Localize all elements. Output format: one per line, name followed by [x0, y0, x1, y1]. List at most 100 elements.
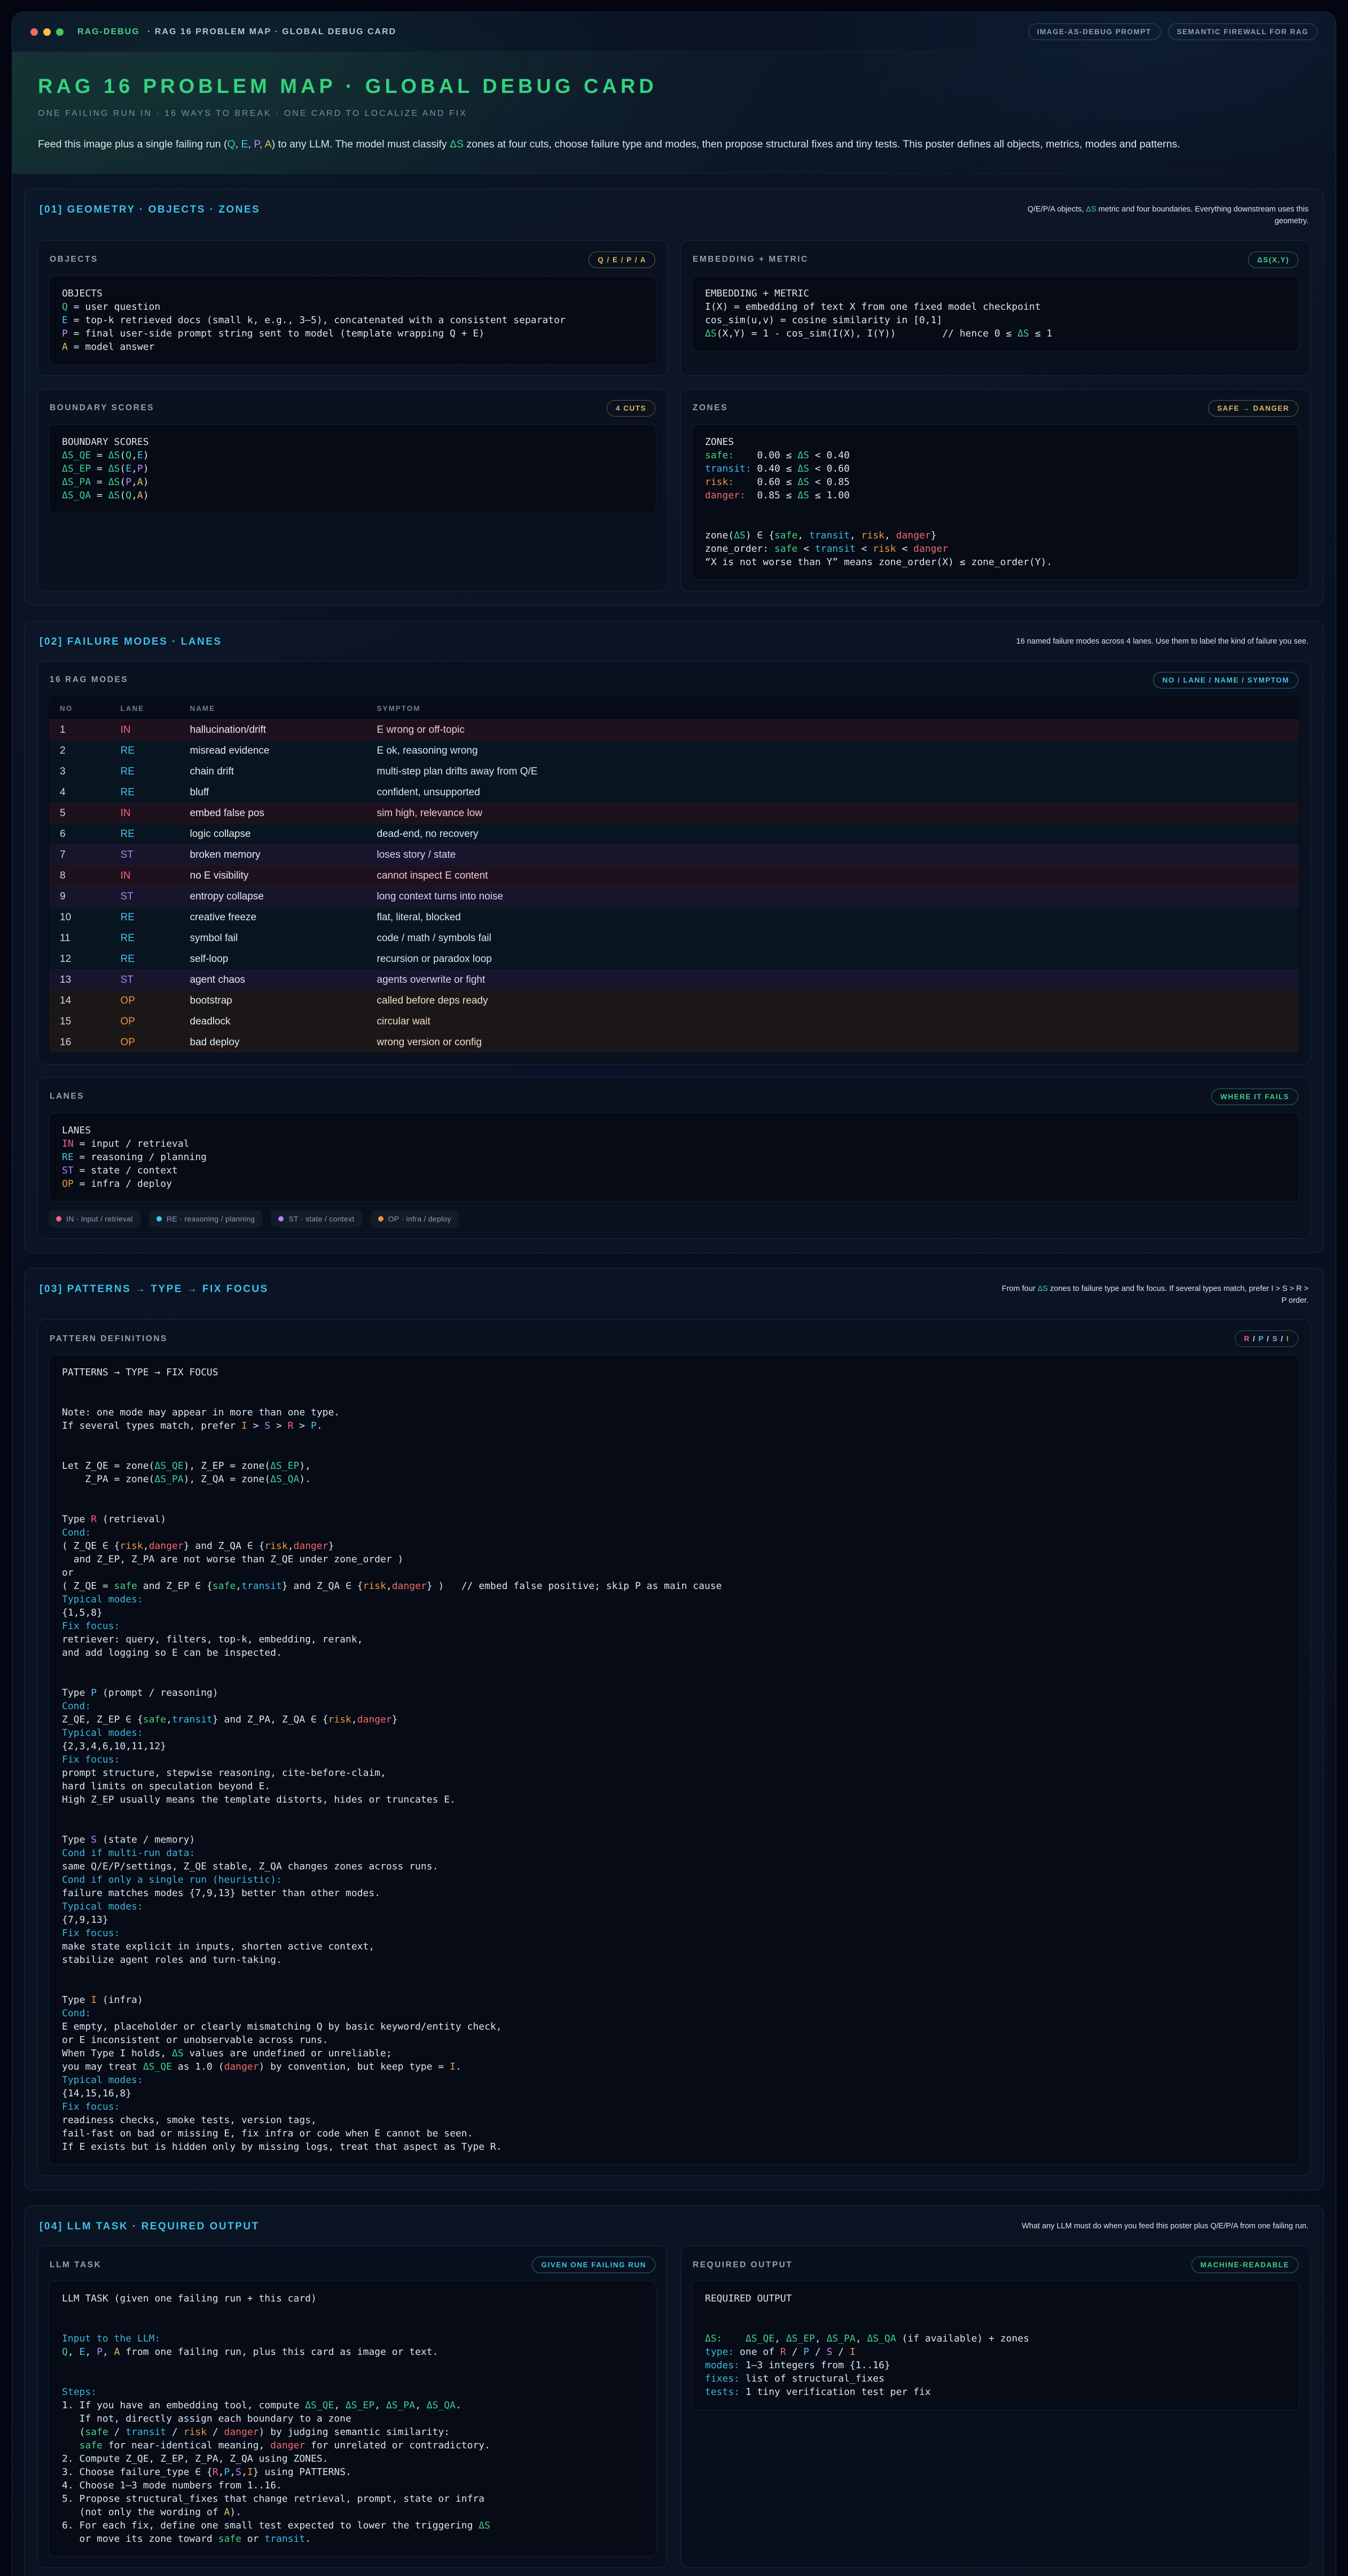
code-token: danger: [294, 1540, 328, 1552]
mode-lane: ST: [113, 969, 183, 990]
code-token: {1,5,8}: [62, 1607, 103, 1618]
code-token: A: [137, 476, 143, 488]
card-zones-header: ZONES SAFE → DANGER: [693, 400, 1298, 417]
card-rag-modes: 16 RAG MODES NO / LANE / NAME / SYMPTOM …: [37, 661, 1311, 1064]
code-token: }: [328, 1540, 334, 1552]
mode-symptom: recursion or paradox loop: [370, 949, 1299, 969]
mode-no: 1: [49, 719, 113, 740]
card-llm-task: LLM TASK GIVEN ONE FAILING RUN LLM TASK …: [37, 2245, 668, 2568]
mode-row-10: 10REcreative freezeflat, literal, blocke…: [49, 907, 1299, 928]
code-token: /: [786, 2346, 804, 2358]
code-token: P: [126, 476, 131, 488]
mode-lane: RE: [113, 782, 183, 803]
code-token: ), Z_QA = zone(: [184, 1474, 271, 1485]
code-token: ,: [68, 2346, 80, 2358]
code-token: Q/E/P/A objects,: [1028, 205, 1086, 214]
card-objects-header: OBJECTS Q / E / P / A: [50, 252, 655, 268]
code-token: R: [780, 2346, 786, 2358]
mode-name: logic collapse: [183, 824, 370, 844]
code-token: danger: [392, 1580, 427, 1592]
boundary-code-block: BOUNDARY SCORES ΔS_QE = ΔS(Q,E) ΔS_EP = …: [49, 424, 656, 513]
code-token: (not only the wording of: [62, 2507, 224, 2518]
mode-name: broken memory: [183, 844, 370, 865]
code-token: transit: [815, 543, 856, 554]
code-token: Q: [126, 450, 131, 461]
mode-lane: RE: [113, 761, 183, 782]
section-geometry-note: Q/E/P/A objects, ΔS metric and four boun…: [999, 204, 1308, 228]
section-modes-header: [02] FAILURE MODES · LANES 16 named fail…: [40, 636, 1308, 648]
code-token: ΔS_PA: [62, 476, 91, 488]
mode-name: symbol fail: [183, 928, 370, 949]
code-token: }: [931, 530, 937, 541]
mode-lane: IN: [113, 719, 183, 740]
column-header: NAME: [183, 696, 370, 719]
code-token: same Q/E/P/settings, Z_QE stable, Z_QA c…: [62, 1861, 438, 1872]
mode-row-5: 5INembed false possim high, relevance lo…: [49, 803, 1299, 824]
mode-symptom: circular wait: [370, 1011, 1299, 1032]
code-token: .: [456, 2400, 461, 2411]
code-token: ,: [103, 2346, 114, 2358]
code-token: 5. Propose structural_fixes that change …: [62, 2493, 484, 2504]
section-patterns: [03] PATTERNS → TYPE → FIX FOCUS From fo…: [24, 1268, 1324, 2191]
code-token: ,: [131, 490, 137, 501]
code-token: ) by judging semantic similarity:: [259, 2426, 450, 2438]
column-header: NO: [49, 696, 113, 719]
mode-row-12: 12REself-looprecursion or paradox loop: [49, 949, 1299, 969]
lane-color-dot-icon: [378, 1216, 383, 1222]
code-token: ,: [131, 450, 137, 461]
code-token: ,: [386, 1580, 392, 1592]
minimize-window-icon[interactable]: [43, 28, 51, 36]
mode-row-4: 4REbluffconfident, unsupported: [49, 782, 1299, 803]
code-token: safe: [143, 1714, 166, 1725]
code-token: ,: [288, 1540, 294, 1552]
code-token: danger: [357, 1714, 392, 1725]
llm-task-code-block: LLM TASK (given one failing run + this c…: [49, 2281, 656, 2557]
code-token: Feed this image plus a single failing ru…: [38, 138, 227, 150]
code-token: ΔS: [108, 450, 120, 461]
code-token: ΔS: [108, 490, 120, 501]
code-token: >: [294, 1420, 311, 1431]
code-token: stabilize agent roles and turn-taking.: [62, 1954, 282, 1966]
code-token: I: [91, 1994, 97, 2006]
code-token: ΔS: [734, 530, 746, 541]
code-token: R: [91, 1514, 97, 1525]
badge-given-one-failing-run: GIVEN ONE FAILING RUN: [532, 2257, 655, 2273]
code-token: Z_PA = zone(: [62, 1474, 154, 1485]
lane-legend-label: ST · state / context: [288, 1215, 354, 1223]
code-token: PATTERNS → TYPE → FIX FOCUS: [62, 1367, 218, 1378]
mode-row-7: 7STbroken memoryloses story / state: [49, 844, 1299, 865]
code-token: ,: [143, 1540, 149, 1552]
code-token: Cond if only a single run (heuristic):: [62, 1874, 282, 1885]
failure-modes-table: NOLANENAMESYMPTOM1INhallucination/driftE…: [49, 696, 1299, 1053]
section-task-note: What any LLM must do when you feed this …: [1022, 2221, 1308, 2233]
window-titlebar: RAG-DEBUG · RAG 16 PROBLEM MAP · GLOBAL …: [12, 12, 1336, 52]
code-token: 2. Compute Z_QE, Z_EP, Z_PA, Z_QA using …: [62, 2453, 328, 2464]
code-token: R: [213, 2467, 218, 2478]
section-patterns-header: [03] PATTERNS → TYPE → FIX FOCUS From fo…: [40, 1283, 1308, 1307]
code-token: ), Z_EP = zone(: [184, 1460, 271, 1471]
code-token: High Z_EP usually means the template dis…: [62, 1794, 456, 1805]
card-llm-task-label: LLM TASK: [50, 2260, 101, 2270]
code-token: P: [311, 1420, 317, 1431]
code-token: one of: [734, 2346, 780, 2358]
section-modes-title: [02] FAILURE MODES · LANES: [40, 636, 222, 648]
mode-row-1: 1INhallucination/driftE wrong or off-top…: [49, 719, 1299, 740]
code-token: I: [241, 1420, 247, 1431]
code-token: ) ∈ {: [746, 530, 774, 541]
code-token: ΔS: [450, 138, 464, 150]
code-token: I(X) = embedding of text X from one fixe…: [705, 301, 1041, 312]
code-token: When Type I holds,: [62, 2048, 172, 2059]
code-token: Q: [227, 138, 235, 150]
lane-legend-chip-RE: RE · reasoning / planning: [149, 1210, 263, 1227]
mode-symptom: called before deps ready: [370, 990, 1299, 1011]
mode-no: 16: [49, 1032, 113, 1053]
maximize-window-icon[interactable]: [56, 28, 64, 36]
code-token: Fix focus:: [62, 2101, 120, 2112]
code-token: transit: [264, 2533, 305, 2544]
code-token: or: [241, 2533, 264, 2544]
code-token: BOUNDARY SCORES: [62, 436, 149, 448]
close-window-icon[interactable]: [30, 28, 38, 36]
code-token: cos_sim(u,v) = cosine similarity in [0,1…: [705, 315, 942, 326]
code-token: (state / memory): [97, 1834, 195, 1845]
code-token: as 1.0 (: [172, 2061, 224, 2072]
